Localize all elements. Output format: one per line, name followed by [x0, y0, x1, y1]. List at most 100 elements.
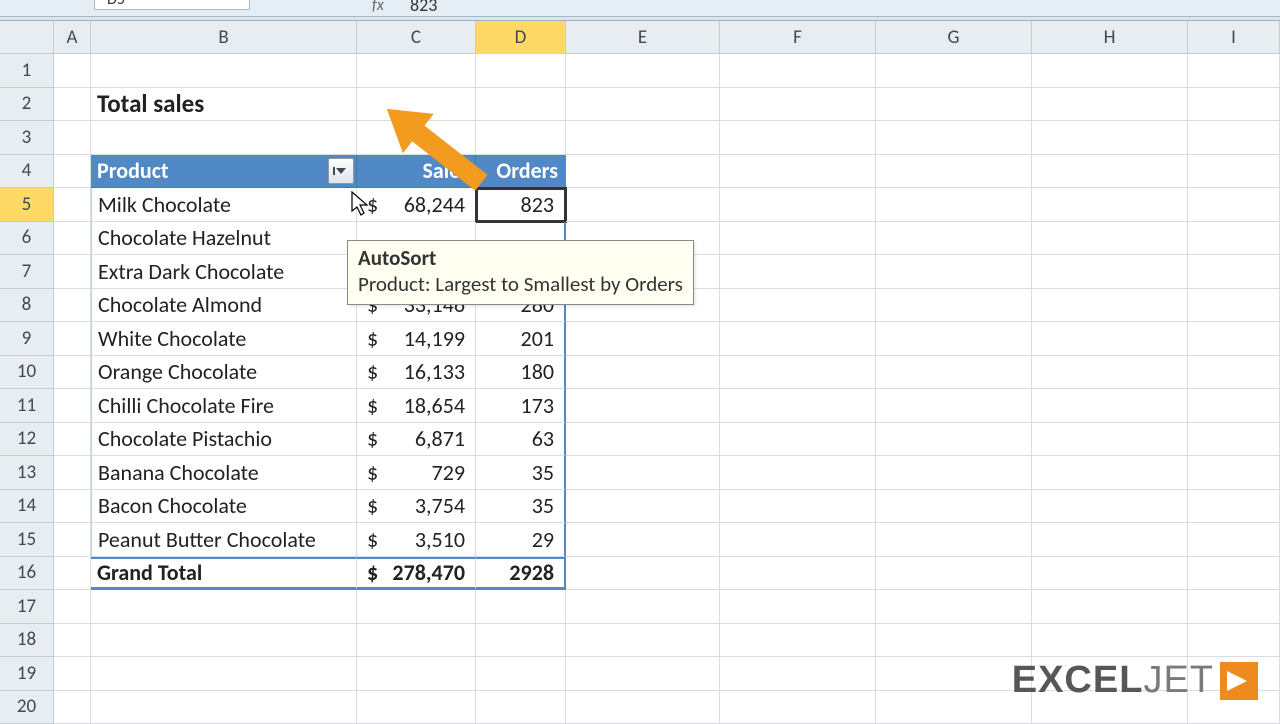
row-header-13[interactable]: 13 — [0, 456, 53, 490]
select-all-corner[interactable] — [0, 21, 54, 54]
cell[interactable] — [876, 423, 1032, 457]
cell[interactable] — [566, 490, 720, 524]
pivot-orders-cell[interactable]: 173 — [476, 389, 566, 423]
cell[interactable] — [720, 624, 876, 658]
cell[interactable] — [720, 456, 876, 490]
row-header-15[interactable]: 15 — [0, 523, 53, 557]
cell[interactable] — [476, 590, 566, 624]
cell[interactable] — [1188, 322, 1280, 356]
pivot-product-cell[interactable]: Chocolate Pistachio — [91, 423, 357, 457]
cell[interactable] — [876, 590, 1032, 624]
pivot-sales-cell[interactable]: $14,199 — [357, 322, 476, 356]
cell[interactable] — [1032, 322, 1188, 356]
cell[interactable] — [876, 389, 1032, 423]
cell[interactable] — [1032, 456, 1188, 490]
row-header-9[interactable]: 9 — [0, 322, 53, 356]
pivot-grand-label[interactable]: Grand Total — [91, 557, 357, 591]
cell[interactable] — [1188, 222, 1280, 256]
pivot-sales-cell[interactable]: $6,871 — [357, 423, 476, 457]
cell[interactable] — [720, 523, 876, 557]
cell[interactable] — [54, 657, 91, 691]
cell[interactable] — [876, 490, 1032, 524]
col-header-E[interactable]: E — [566, 21, 720, 54]
cell[interactable] — [357, 691, 476, 724]
cell[interactable] — [566, 88, 720, 122]
cell[interactable] — [54, 691, 91, 724]
cell[interactable] — [54, 222, 91, 256]
cell[interactable] — [1188, 456, 1280, 490]
cell[interactable] — [1032, 255, 1188, 289]
pivot-filter-button[interactable] — [328, 158, 354, 184]
cell[interactable] — [54, 54, 91, 88]
row-header-2[interactable]: 2 — [0, 88, 53, 122]
cell[interactable] — [357, 624, 476, 658]
cell[interactable] — [566, 590, 720, 624]
cell[interactable] — [1032, 389, 1188, 423]
cell[interactable] — [1188, 121, 1280, 155]
cell[interactable] — [91, 624, 357, 658]
cell[interactable] — [720, 490, 876, 524]
col-header-H[interactable]: H — [1032, 21, 1188, 54]
worksheet-grid[interactable]: A B C D E F G H I 1234567891011121314151… — [0, 21, 1280, 724]
pivot-product-cell[interactable]: Banana Chocolate — [91, 456, 357, 490]
cell[interactable] — [566, 356, 720, 390]
cell[interactable] — [1032, 523, 1188, 557]
cell[interactable] — [720, 590, 876, 624]
cell[interactable] — [54, 423, 91, 457]
row-headers[interactable]: 1234567891011121314151617181920 — [0, 54, 54, 724]
cell[interactable] — [476, 624, 566, 658]
row-header-14[interactable]: 14 — [0, 490, 53, 524]
row-header-18[interactable]: 18 — [0, 624, 53, 658]
row-header-7[interactable]: 7 — [0, 255, 53, 289]
cell[interactable] — [720, 188, 876, 222]
cell[interactable] — [54, 155, 91, 189]
pivot-sales-cell[interactable]: $729 — [357, 456, 476, 490]
row-header-12[interactable]: 12 — [0, 423, 53, 457]
cell[interactable] — [566, 423, 720, 457]
cell[interactable] — [720, 255, 876, 289]
cell[interactable] — [876, 289, 1032, 323]
cell[interactable] — [1032, 54, 1188, 88]
pivot-sales-cell[interactable]: $3,510 — [357, 523, 476, 557]
pivot-product-cell[interactable]: Chocolate Hazelnut — [91, 222, 357, 256]
pivot-product-cell[interactable]: Milk Chocolate — [91, 188, 357, 222]
cell[interactable] — [1032, 490, 1188, 524]
cell[interactable] — [720, 322, 876, 356]
cell[interactable] — [720, 88, 876, 122]
pivot-product-cell[interactable]: Orange Chocolate — [91, 356, 357, 390]
col-header-B[interactable]: B — [91, 21, 357, 54]
cell[interactable] — [720, 54, 876, 88]
cell[interactable] — [1188, 155, 1280, 189]
cell[interactable] — [1188, 88, 1280, 122]
cell[interactable] — [476, 54, 566, 88]
pivot-product-cell[interactable]: Bacon Chocolate — [91, 490, 357, 524]
cell[interactable] — [566, 389, 720, 423]
cell[interactable] — [1032, 222, 1188, 256]
row-header-1[interactable]: 1 — [0, 54, 53, 88]
col-header-I[interactable]: I — [1188, 21, 1280, 54]
row-header-3[interactable]: 3 — [0, 121, 53, 155]
cell[interactable] — [720, 691, 876, 724]
cell[interactable] — [876, 456, 1032, 490]
cell[interactable] — [566, 155, 720, 189]
cell[interactable] — [720, 121, 876, 155]
col-header-A[interactable]: A — [54, 21, 91, 54]
cell[interactable] — [566, 188, 720, 222]
cell[interactable] — [54, 389, 91, 423]
row-header-6[interactable]: 6 — [0, 222, 53, 256]
cell[interactable] — [1188, 590, 1280, 624]
cell[interactable] — [566, 624, 720, 658]
col-header-D[interactable]: D — [476, 21, 566, 54]
row-header-4[interactable]: 4 — [0, 155, 53, 189]
pivot-product-cell[interactable]: Extra Dark Chocolate — [91, 255, 357, 289]
row-header-20[interactable]: 20 — [0, 691, 53, 724]
col-header-G[interactable]: G — [876, 21, 1032, 54]
pivot-orders-cell[interactable]: 29 — [476, 523, 566, 557]
cell[interactable] — [876, 88, 1032, 122]
cell[interactable] — [720, 389, 876, 423]
cell[interactable] — [476, 657, 566, 691]
pivot-product-cell[interactable]: Chocolate Almond — [91, 289, 357, 323]
cell[interactable] — [1188, 423, 1280, 457]
cell[interactable] — [1188, 54, 1280, 88]
cell[interactable] — [876, 557, 1032, 591]
